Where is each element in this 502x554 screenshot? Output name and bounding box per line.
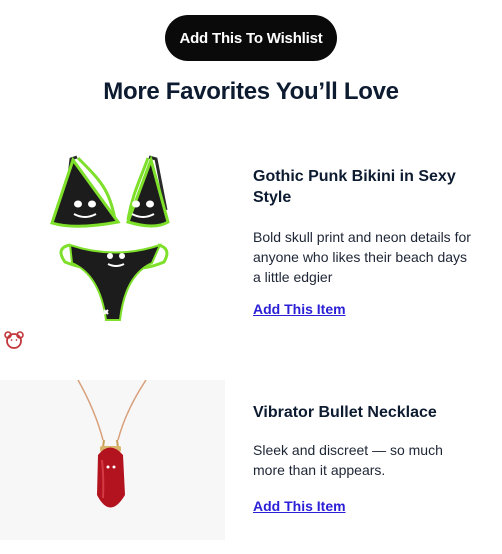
skull-bikini-icon (50, 155, 170, 321)
wishlist-button-wrapper: Add This To Wishlist (0, 15, 502, 61)
add-item-link[interactable]: Add This Item (253, 498, 346, 514)
bikini-product-image[interactable] (40, 150, 225, 330)
product-name: Gothic Punk Bikini in Sexy Style (253, 168, 456, 206)
add-item-link[interactable]: Add This Item (253, 301, 346, 317)
product-description: Sleek and discreet — so much more than i… (253, 442, 443, 478)
section-title: More Favorites You’ll Love (103, 78, 399, 105)
product-description: Bold skull print and neon details for an… (253, 229, 471, 285)
add-to-wishlist-button[interactable]: Add This To Wishlist (165, 15, 337, 61)
bullet-necklace-icon (77, 379, 147, 508)
product-name: Vibrator Bullet Necklace (253, 404, 437, 421)
necklace-product-image[interactable] (0, 379, 225, 540)
bear-logo-icon (4, 331, 24, 349)
